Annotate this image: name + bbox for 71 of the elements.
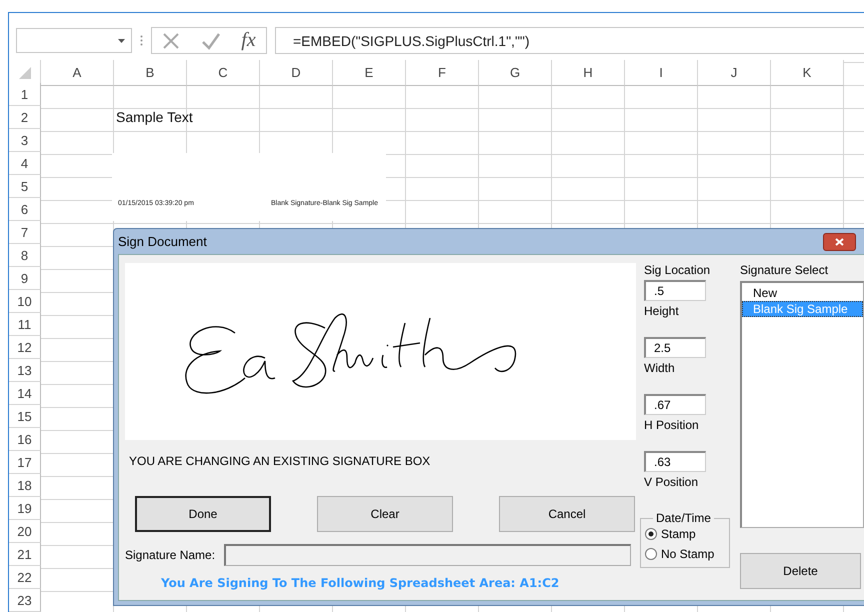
close-button[interactable] xyxy=(823,232,856,250)
row-header[interactable]: 14 xyxy=(9,382,41,405)
area-note: You Are Signing To The Following Spreadsheet Area: A1:C2 xyxy=(161,576,560,590)
radio-button[interactable] xyxy=(645,548,657,560)
row-header[interactable]: 12 xyxy=(9,336,41,359)
dialog-button[interactable]: Clear xyxy=(317,496,453,532)
caret-icon xyxy=(118,38,125,42)
radio-button[interactable] xyxy=(645,528,657,540)
insert-function-button[interactable]: fx xyxy=(241,29,256,52)
field-label: H Position xyxy=(644,418,700,432)
dialog-button[interactable]: Cancel xyxy=(499,496,635,532)
column-header[interactable]: G xyxy=(479,60,552,86)
column-header[interactable]: C xyxy=(187,60,260,86)
group-label: Date/Time xyxy=(655,511,712,525)
column-header[interactable]: I xyxy=(625,60,698,86)
location-field[interactable]: .5 xyxy=(644,280,706,301)
status-message: YOU ARE CHANGING AN EXISTING SIGNATURE BOX xyxy=(129,454,432,468)
field-label: V Position xyxy=(644,475,700,489)
section-label: Signature Select xyxy=(740,263,830,277)
grip-icon xyxy=(140,35,143,46)
row-header[interactable]: 17 xyxy=(9,451,41,474)
row-header[interactable]: 15 xyxy=(9,405,41,428)
cancel-icon[interactable] xyxy=(162,32,180,50)
row-header[interactable]: 8 xyxy=(9,244,41,267)
row-header[interactable]: 4 xyxy=(9,152,41,175)
row-header[interactable]: 2 xyxy=(9,106,41,129)
row-header[interactable]: 13 xyxy=(9,359,41,382)
column-header[interactable]: F xyxy=(406,60,479,86)
list-item[interactable]: New xyxy=(742,285,863,301)
section-label: Sig Location xyxy=(644,263,712,277)
delete-button[interactable]: Delete xyxy=(740,553,861,589)
column-header[interactable]: A xyxy=(41,60,114,86)
row-header[interactable]: 5 xyxy=(9,175,41,198)
location-field[interactable]: 2.5 xyxy=(644,337,706,358)
name-box[interactable] xyxy=(16,28,132,53)
row-header[interactable]: 9 xyxy=(9,267,41,290)
row-header[interactable]: 22 xyxy=(9,566,41,589)
row-header[interactable]: 3 xyxy=(9,129,41,152)
column-header[interactable]: H xyxy=(552,60,625,86)
column-header[interactable]: B xyxy=(114,60,187,86)
location-field[interactable]: .67 xyxy=(644,394,706,415)
location-field[interactable]: .63 xyxy=(644,451,706,472)
row-header[interactable]: 10 xyxy=(9,290,41,313)
close-icon xyxy=(835,238,844,246)
row-header[interactable]: 7 xyxy=(9,221,41,244)
row-header[interactable]: 18 xyxy=(9,474,41,497)
radio-label[interactable]: Stamp xyxy=(661,527,696,541)
row-header[interactable]: 6 xyxy=(9,198,41,221)
row-header[interactable]: 1 xyxy=(9,83,41,106)
dialog-button[interactable]: Done xyxy=(135,496,271,532)
signature-name-field[interactable] xyxy=(224,544,632,566)
signature-list[interactable]: New Blank Sig Sample xyxy=(740,281,864,528)
column-header[interactable]: K xyxy=(771,60,844,86)
select-all-icon[interactable] xyxy=(18,66,30,78)
radio-label[interactable]: No Stamp xyxy=(661,547,714,561)
formula-field[interactable]: =EMBED("SIGPLUS.SigPlusCtrl.1","") xyxy=(275,27,864,54)
row-header[interactable]: 23 xyxy=(9,589,41,612)
column-header[interactable]: J xyxy=(698,60,771,86)
column-header[interactable]: E xyxy=(333,60,406,86)
column-header[interactable]: D xyxy=(260,60,333,86)
check-icon[interactable] xyxy=(200,32,221,50)
table-cell-text: Sample Text xyxy=(115,108,193,127)
row-header[interactable]: 20 xyxy=(9,520,41,543)
field-label: Signature Name: xyxy=(125,548,216,562)
row-header[interactable]: 21 xyxy=(9,543,41,566)
row-header[interactable]: 11 xyxy=(9,313,41,336)
row-header[interactable]: 16 xyxy=(9,428,41,451)
window-title: Sign Document xyxy=(118,234,207,249)
row-header[interactable]: 19 xyxy=(9,497,41,520)
field-label: Height xyxy=(644,304,680,318)
field-label: Width xyxy=(644,361,676,375)
